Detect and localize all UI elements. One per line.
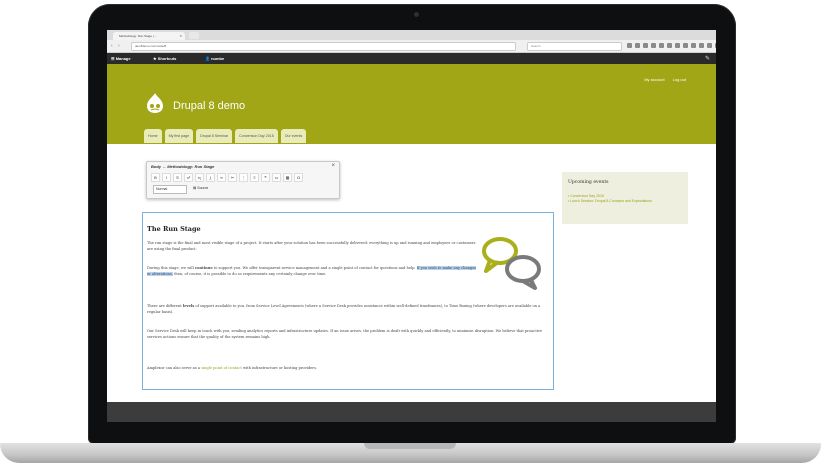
bold-text: continue xyxy=(194,266,213,270)
single-point-link[interactable]: single point of contact xyxy=(201,366,242,370)
upcoming-events-block: Upcoming events Conversion Day 2016 Lunc… xyxy=(562,172,688,224)
bold-text: levels xyxy=(182,304,195,308)
nav-tab-my-first-page[interactable]: My first page xyxy=(164,129,194,143)
extension-icon[interactable] xyxy=(667,43,672,48)
article-title: The Run Stage xyxy=(147,225,201,233)
blockquote-button[interactable]: ❝ xyxy=(261,173,270,182)
editor-title: Body ↔ Methodology: Run Stage xyxy=(151,164,215,169)
text: then, of course, it is possible to do so… xyxy=(172,271,327,276)
sidebar-title: Upcoming events xyxy=(568,180,609,185)
article-paragraph: During this stage, we will continue to s… xyxy=(147,266,477,278)
event-link[interactable]: Lunch Session: Drupal 8 Concepts and Exp… xyxy=(568,199,682,204)
special-char-button[interactable]: Ω xyxy=(294,173,303,182)
browser-tab-strip: Methodology: Run Stage | ... × xyxy=(107,30,716,40)
strikethrough-button[interactable]: S xyxy=(173,173,182,182)
numbered-list-button[interactable]: ≡ xyxy=(250,173,259,182)
unlink-button[interactable]: ✂ xyxy=(228,173,237,182)
tab-close-icon[interactable]: × xyxy=(180,32,182,40)
forward-icon[interactable]: › xyxy=(118,43,120,49)
editor-button-row: B I S x² x₂ I̲ ∞ ✂ ⋮ ≡ ❝ ▭ ▦ Ω xyxy=(151,173,303,182)
italic-button[interactable]: I xyxy=(162,173,171,182)
log-out-link[interactable]: Log out xyxy=(673,77,686,82)
article-paragraph: Our Service Desk will keep in touch with… xyxy=(147,329,543,339)
site-name[interactable]: Drupal 8 demo xyxy=(173,100,245,112)
download-icon[interactable] xyxy=(635,43,640,48)
events-list: Conversion Day 2016 Lunch Session: Drupa… xyxy=(568,194,682,203)
bookmark-icon[interactable] xyxy=(627,43,632,48)
browser-tab-title: Methodology: Run Stage | ... xyxy=(119,34,157,38)
main-content: Body ↔ Methodology: Run Stage × B I S x²… xyxy=(107,144,716,402)
table-button[interactable]: ▦ xyxy=(283,173,292,182)
text: There are different xyxy=(147,304,183,308)
extension-icon[interactable] xyxy=(715,43,716,48)
browser-search-input[interactable]: Search xyxy=(527,42,622,51)
nav-tab-conversion-day[interactable]: Conversion Day 2015 xyxy=(235,129,278,143)
text: with infrastructure or hosting providers… xyxy=(241,366,318,370)
article-paragraph: Amplexor can also serve as a single poin… xyxy=(147,366,547,372)
drupal-logo-icon[interactable] xyxy=(144,92,166,114)
extension-icon[interactable] xyxy=(683,43,688,48)
nav-tab-drupal-seminar[interactable]: Drupal 8 Seminar xyxy=(196,129,233,143)
site-footer xyxy=(107,402,716,422)
new-tab-button[interactable] xyxy=(189,32,199,39)
user-label: numbe xyxy=(211,56,225,61)
remove-format-button[interactable]: I̲ xyxy=(206,173,215,182)
nav-tab-our-events[interactable]: Our events xyxy=(280,129,307,143)
laptop-notch xyxy=(364,443,456,449)
image-button[interactable]: ▭ xyxy=(272,173,281,182)
header-links: My account Log out xyxy=(644,77,686,82)
text: During this stage, we will xyxy=(147,266,195,270)
share-icon[interactable] xyxy=(651,43,656,48)
bulleted-list-button[interactable]: ⋮ xyxy=(239,173,248,182)
source-label: Source xyxy=(197,186,209,190)
text: Amplexor can also serve as a xyxy=(147,366,202,370)
source-button[interactable]: ▤ Source xyxy=(193,185,208,192)
link-button[interactable]: ∞ xyxy=(217,173,226,182)
nav-tab-home[interactable]: Home xyxy=(144,129,162,143)
subscript-button[interactable]: x₂ xyxy=(195,173,204,182)
camera-icon xyxy=(414,12,419,17)
browser-tab[interactable]: Methodology: Run Stage | ... × xyxy=(113,32,185,40)
chat-bubbles-icon xyxy=(482,237,541,290)
text: of support available to you, from Servic… xyxy=(147,304,541,314)
shortcuts-label: Shortcuts xyxy=(157,56,177,61)
manage-label: Manage xyxy=(115,56,131,61)
main-nav: Home My first page Drupal 8 Seminar Conv… xyxy=(144,129,307,143)
browser-toolbar-icons xyxy=(627,43,716,48)
extension-icon[interactable] xyxy=(707,43,712,48)
extension-icon[interactable] xyxy=(699,43,704,48)
extension-icon[interactable] xyxy=(675,43,680,48)
extension-icon[interactable] xyxy=(659,43,664,48)
my-account-link[interactable]: My account xyxy=(644,77,664,82)
superscript-button[interactable]: x² xyxy=(184,173,193,182)
body-editor-area[interactable]: The Run Stage The run stage is the final… xyxy=(142,212,554,390)
article-paragraph: The run stage is the final and most visi… xyxy=(147,241,476,251)
url-bar[interactable]: dev.8demo.com/node/8 xyxy=(131,42,516,51)
editor-toolbar: Body ↔ Methodology: Run Stage × B I S x²… xyxy=(146,161,340,199)
bold-button[interactable]: B xyxy=(151,173,160,182)
address-row: ‹ › dev.8demo.com/node/8 Search xyxy=(107,40,716,53)
home-icon[interactable] xyxy=(643,43,648,48)
close-icon[interactable]: × xyxy=(331,163,335,169)
site-header: My account Log out Drupal 8 demo Home My… xyxy=(107,64,716,144)
article-paragraph: There are different levels of support av… xyxy=(147,304,547,316)
extension-icon[interactable] xyxy=(691,43,696,48)
screen: Methodology: Run Stage | ... × ‹ › dev.8… xyxy=(107,30,716,422)
text: to support you. We offer transparent ser… xyxy=(212,266,417,270)
format-select[interactable]: Normal xyxy=(153,185,187,194)
back-icon[interactable]: ‹ xyxy=(111,43,113,49)
